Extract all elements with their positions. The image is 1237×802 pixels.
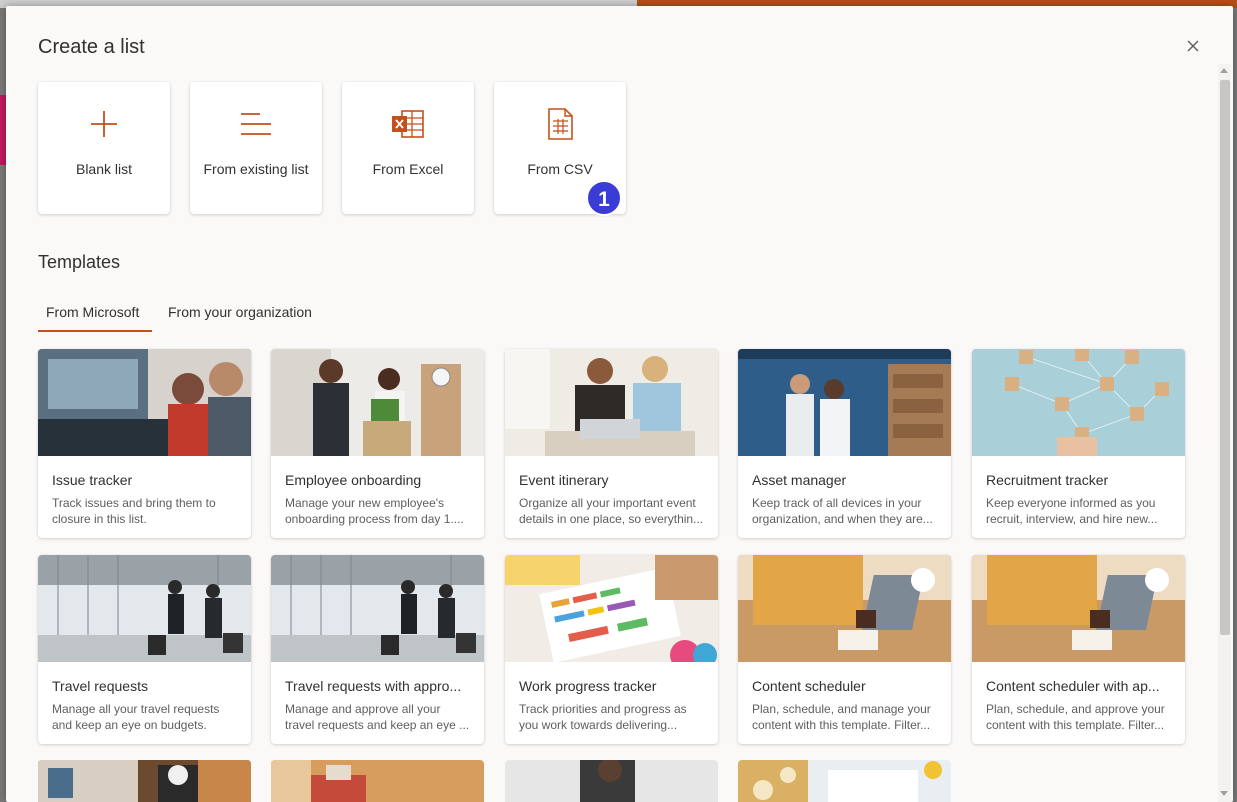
selected-tab-indicator bbox=[38, 330, 152, 332]
template-description: Track issues and bring them to closure i… bbox=[52, 496, 216, 526]
template-card-partial[interactable] bbox=[271, 760, 484, 802]
template-description: Plan, schedule, and manage your content … bbox=[752, 702, 931, 732]
template-card-partial[interactable] bbox=[505, 760, 718, 802]
template-description: Manage your new employee's onboarding pr… bbox=[285, 496, 464, 526]
template-card-employee-onboarding[interactable]: Employee onboarding Manage your new empl… bbox=[271, 349, 484, 538]
template-description: Manage all your travel requests and keep… bbox=[52, 702, 220, 732]
step-badge: 1 bbox=[586, 180, 622, 216]
close-button[interactable] bbox=[1182, 36, 1204, 58]
from-csv-label: From CSV bbox=[527, 161, 593, 177]
template-card-partial[interactable] bbox=[738, 760, 951, 802]
template-name: Work progress tracker bbox=[519, 678, 657, 694]
template-thumbnail bbox=[38, 349, 251, 456]
template-card-partial[interactable] bbox=[38, 760, 251, 802]
template-thumbnail bbox=[738, 555, 951, 662]
template-card-asset-manager[interactable]: Asset manager Keep track of all devices … bbox=[738, 349, 951, 538]
template-thumbnail bbox=[505, 555, 718, 662]
from-existing-list-button[interactable]: From existing list bbox=[190, 82, 322, 214]
tab-from-microsoft[interactable]: From Microsoft bbox=[46, 304, 139, 320]
template-name: Event itinerary bbox=[519, 472, 609, 488]
template-name: Issue tracker bbox=[52, 472, 133, 488]
template-thumbnail bbox=[271, 349, 484, 456]
template-card-content-scheduler[interactable]: Content scheduler Plan, schedule, and ma… bbox=[738, 555, 951, 744]
vertical-scrollbar[interactable] bbox=[1218, 64, 1231, 802]
template-name: Asset manager bbox=[752, 472, 847, 488]
from-excel-label: From Excel bbox=[372, 161, 444, 177]
template-thumbnail bbox=[972, 349, 1185, 456]
template-card-travel-requests-with-approval[interactable]: Travel requests with appro... Manage and… bbox=[271, 555, 484, 744]
template-thumbnail bbox=[738, 349, 951, 456]
template-thumbnail bbox=[38, 760, 251, 802]
plus-icon bbox=[91, 111, 117, 137]
template-card-content-scheduler-with-approval[interactable]: Content scheduler with ap... Plan, sched… bbox=[972, 555, 1185, 744]
close-icon bbox=[1187, 40, 1199, 52]
template-description: Track priorities and progress as you wor… bbox=[519, 702, 687, 732]
scroll-down-arrow-icon[interactable] bbox=[1220, 791, 1228, 796]
template-description: Organize all your important event detail… bbox=[519, 496, 704, 526]
template-card-travel-requests[interactable]: Travel requests Manage all your travel r… bbox=[38, 555, 251, 744]
template-name: Content scheduler with ap... bbox=[986, 678, 1160, 694]
from-existing-list-label: From existing list bbox=[203, 161, 309, 177]
template-card-event-itinerary[interactable]: Event itinerary Organize all your import… bbox=[505, 349, 718, 538]
template-description: Keep everyone informed as you recruit, i… bbox=[986, 496, 1158, 526]
template-name: Employee onboarding bbox=[285, 472, 422, 488]
create-list-dialog: Create a list Blank list From existing l… bbox=[6, 6, 1233, 802]
template-card-recruitment-tracker[interactable]: Recruitment tracker Keep everyone inform… bbox=[972, 349, 1185, 538]
template-description: Plan, schedule, and approve your content… bbox=[986, 702, 1165, 732]
templates-heading: Templates bbox=[38, 252, 121, 272]
csv-file-icon bbox=[548, 108, 573, 140]
template-thumbnail bbox=[738, 760, 951, 802]
dialog-title: Create a list bbox=[38, 36, 145, 58]
template-name: Travel requests with appro... bbox=[285, 678, 462, 694]
from-excel-button[interactable]: From Excel bbox=[342, 82, 474, 214]
blank-list-label: Blank list bbox=[75, 161, 133, 177]
blank-list-button[interactable]: Blank list bbox=[38, 82, 170, 214]
list-lines-icon bbox=[241, 113, 271, 135]
template-name: Recruitment tracker bbox=[986, 472, 1109, 488]
template-description: Manage and approve all your travel reque… bbox=[285, 702, 470, 732]
template-thumbnail bbox=[505, 760, 718, 802]
template-card-issue-tracker[interactable]: Issue tracker Track issues and bring the… bbox=[38, 349, 251, 538]
excel-icon bbox=[392, 110, 424, 138]
template-thumbnail bbox=[271, 760, 484, 802]
tab-from-your-organization[interactable]: From your organization bbox=[168, 304, 312, 320]
template-description: Keep track of all devices in your organi… bbox=[752, 496, 933, 526]
scroll-up-arrow-icon[interactable] bbox=[1220, 68, 1228, 73]
template-name: Content scheduler bbox=[752, 678, 866, 694]
template-thumbnail bbox=[271, 555, 484, 662]
template-thumbnail bbox=[505, 349, 718, 456]
template-card-work-progress-tracker[interactable]: Work progress tracker Track priorities a… bbox=[505, 555, 718, 744]
template-thumbnail bbox=[972, 555, 1185, 662]
template-thumbnail bbox=[38, 555, 251, 662]
scroll-thumb[interactable] bbox=[1220, 80, 1230, 635]
template-name: Travel requests bbox=[52, 678, 148, 694]
